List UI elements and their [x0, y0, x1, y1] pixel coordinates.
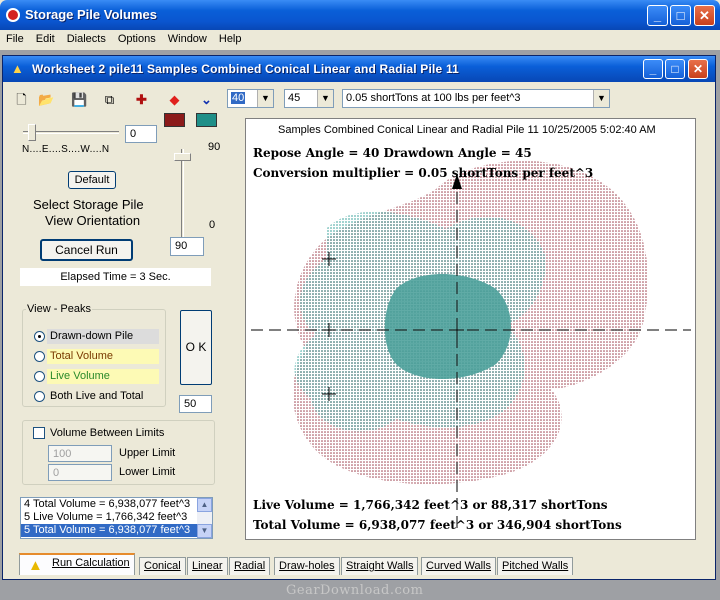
- menu-dialects[interactable]: Dialects: [61, 30, 112, 45]
- upper-limit-field[interactable]: 100: [48, 445, 112, 462]
- upper-limit-label: Upper Limit: [119, 447, 176, 459]
- open-folder-icon[interactable]: 📂: [36, 89, 57, 110]
- orientation-slider-thumb[interactable]: [28, 124, 36, 141]
- maximize-button[interactable]: □: [670, 5, 691, 26]
- orientation-value-field[interactable]: 0: [125, 125, 157, 143]
- live-volume-radio[interactable]: [34, 371, 45, 382]
- close-button[interactable]: ✕: [694, 5, 715, 26]
- repose-angle-combo[interactable]: 40 ▼: [227, 89, 274, 108]
- tab-radial[interactable]: Radial: [229, 557, 271, 575]
- chevron-down-icon[interactable]: ▼: [257, 90, 273, 107]
- elapsed-time: Elapsed Time = 3 Sec.: [20, 268, 211, 286]
- peaks-value-field[interactable]: 50: [179, 395, 212, 413]
- live-volume-line: Live Volume = 1,766,342 feet^3 or 88,317…: [253, 498, 608, 512]
- menu-window[interactable]: Window: [162, 30, 213, 45]
- repose-angle-value: 40: [231, 92, 246, 104]
- results-scrollbar[interactable]: ▲ ▼: [197, 498, 212, 538]
- limits-check-label[interactable]: Volume Between Limits: [50, 427, 165, 439]
- chevron-down-icon[interactable]: ▼: [593, 90, 609, 107]
- total-color-swatch[interactable]: [164, 113, 185, 127]
- limits-checkbox[interactable]: [33, 427, 45, 439]
- new-file-icon[interactable]: 🗋: [11, 89, 32, 110]
- elevation-value-field[interactable]: 90: [170, 237, 204, 256]
- app-title: Storage Pile Volumes: [25, 7, 157, 22]
- elevation-bottom-label: 0: [209, 219, 216, 231]
- menu-bar: File Edit Dialects Options Window Help: [0, 30, 720, 50]
- chevron-up-icon[interactable]: ▲: [197, 498, 212, 512]
- tab-straight-walls[interactable]: Straight Walls: [341, 557, 419, 575]
- results-list[interactable]: 4 Total Volume = 6,938,077 feet^3 5 Live…: [20, 497, 213, 539]
- drawn-down-region: [384, 274, 511, 379]
- add-pile-icon[interactable]: ✚: [131, 89, 152, 110]
- list-item[interactable]: 4 Total Volume = 6,938,077 feet^3: [21, 498, 212, 511]
- tab-draw-holes[interactable]: Draw-holes: [274, 557, 340, 575]
- tab-pitched-walls[interactable]: Pitched Walls: [497, 557, 574, 575]
- live-color-swatch[interactable]: [196, 113, 217, 127]
- plot-header: Samples Combined Conical Linear and Radi…: [278, 124, 656, 136]
- worksheet-titlebar[interactable]: ▲ Worksheet 2 pile11 Samples Combined Co…: [3, 56, 715, 82]
- chevron-down-icon[interactable]: ▼: [197, 524, 212, 538]
- elevation-slider-thumb[interactable]: [174, 153, 191, 161]
- copy-icon[interactable]: ⧉: [99, 89, 120, 110]
- list-item[interactable]: 5 Total Volume = 6,938,077 feet^3: [21, 524, 212, 537]
- compass-label: N....E....S....W....N: [22, 144, 110, 155]
- tab-linear[interactable]: Linear: [187, 557, 228, 575]
- app-icon[interactable]: [6, 8, 20, 22]
- pile-plot-svg: [251, 160, 691, 534]
- elevation-top-label: 90: [208, 141, 221, 153]
- conversion-line: Conversion multiplier = 0.05 shortTons p…: [253, 166, 594, 180]
- ok-button[interactable]: O K: [180, 310, 212, 385]
- save-icon[interactable]: 💾: [69, 89, 90, 110]
- drawn-down-label[interactable]: Drawn-down Pile: [47, 329, 159, 344]
- warning-icon: ▲: [28, 557, 43, 574]
- total-volume-label[interactable]: Total Volume: [47, 349, 159, 364]
- lower-limit-field[interactable]: 0: [48, 464, 112, 481]
- both-radio[interactable]: [34, 391, 45, 402]
- drawdown-angle-combo[interactable]: 45 ▼: [284, 89, 334, 108]
- drawdown-angle-value: 45: [288, 92, 301, 104]
- list-item[interactable]: 5 Live Volume = 1,766,342 feet^3: [21, 511, 212, 524]
- worksheet-minimize-button[interactable]: _: [643, 59, 663, 79]
- tab-run-calculation[interactable]: ▲ Run Calculation: [19, 553, 135, 575]
- menu-help[interactable]: Help: [213, 30, 248, 45]
- live-volume-label[interactable]: Live Volume: [47, 369, 159, 384]
- app-titlebar[interactable]: Storage Pile Volumes _ □ ✕: [0, 0, 720, 30]
- menu-file[interactable]: File: [0, 30, 30, 45]
- total-volume-line: Total Volume = 6,938,077 feet^3 or 346,9…: [253, 518, 622, 532]
- chevron-down-icon[interactable]: ⌄: [196, 89, 217, 110]
- select-pile-label: Select Storage Pile: [33, 197, 144, 212]
- worksheet-icon: ▲: [11, 61, 24, 76]
- minimize-button[interactable]: _: [647, 5, 668, 26]
- default-button[interactable]: Default: [68, 171, 116, 189]
- tab-run-calculation-label: Run Calculation: [52, 557, 130, 569]
- worksheet-close-button[interactable]: ✕: [688, 59, 708, 79]
- menu-options[interactable]: Options: [112, 30, 162, 45]
- elevation-slider-track[interactable]: [181, 149, 184, 237]
- cancel-run-button[interactable]: Cancel Run: [40, 239, 133, 261]
- tab-curved-walls[interactable]: Curved Walls: [421, 557, 496, 575]
- conversion-value: 0.05 shortTons at 100 lbs per feet^3: [346, 92, 521, 104]
- tab-conical[interactable]: Conical: [139, 557, 186, 575]
- pile-plot-area[interactable]: Samples Combined Conical Linear and Radi…: [245, 118, 696, 540]
- conversion-combo[interactable]: 0.05 shortTons at 100 lbs per feet^3 ▼: [342, 89, 610, 108]
- worksheet-window: ▲ Worksheet 2 pile11 Samples Combined Co…: [2, 55, 716, 580]
- repose-line: Repose Angle = 40 Drawdown Angle = 45: [253, 146, 532, 160]
- red-diamond-icon[interactable]: ◆: [164, 89, 185, 110]
- worksheet-maximize-button[interactable]: □: [665, 59, 685, 79]
- drawn-down-radio[interactable]: [34, 331, 45, 342]
- menu-edit[interactable]: Edit: [30, 30, 61, 45]
- watermark: GearDownload.com: [286, 583, 424, 598]
- total-volume-radio[interactable]: [34, 351, 45, 362]
- both-label[interactable]: Both Live and Total: [47, 389, 163, 404]
- view-peaks-legend: View - Peaks: [26, 303, 92, 315]
- view-orientation-label: View Orientation: [45, 213, 141, 228]
- orientation-slider-track[interactable]: [23, 131, 119, 134]
- chevron-down-icon[interactable]: ▼: [317, 90, 333, 107]
- worksheet-title: Worksheet 2 pile11 Samples Combined Coni…: [32, 62, 460, 76]
- lower-limit-label: Lower Limit: [119, 466, 176, 478]
